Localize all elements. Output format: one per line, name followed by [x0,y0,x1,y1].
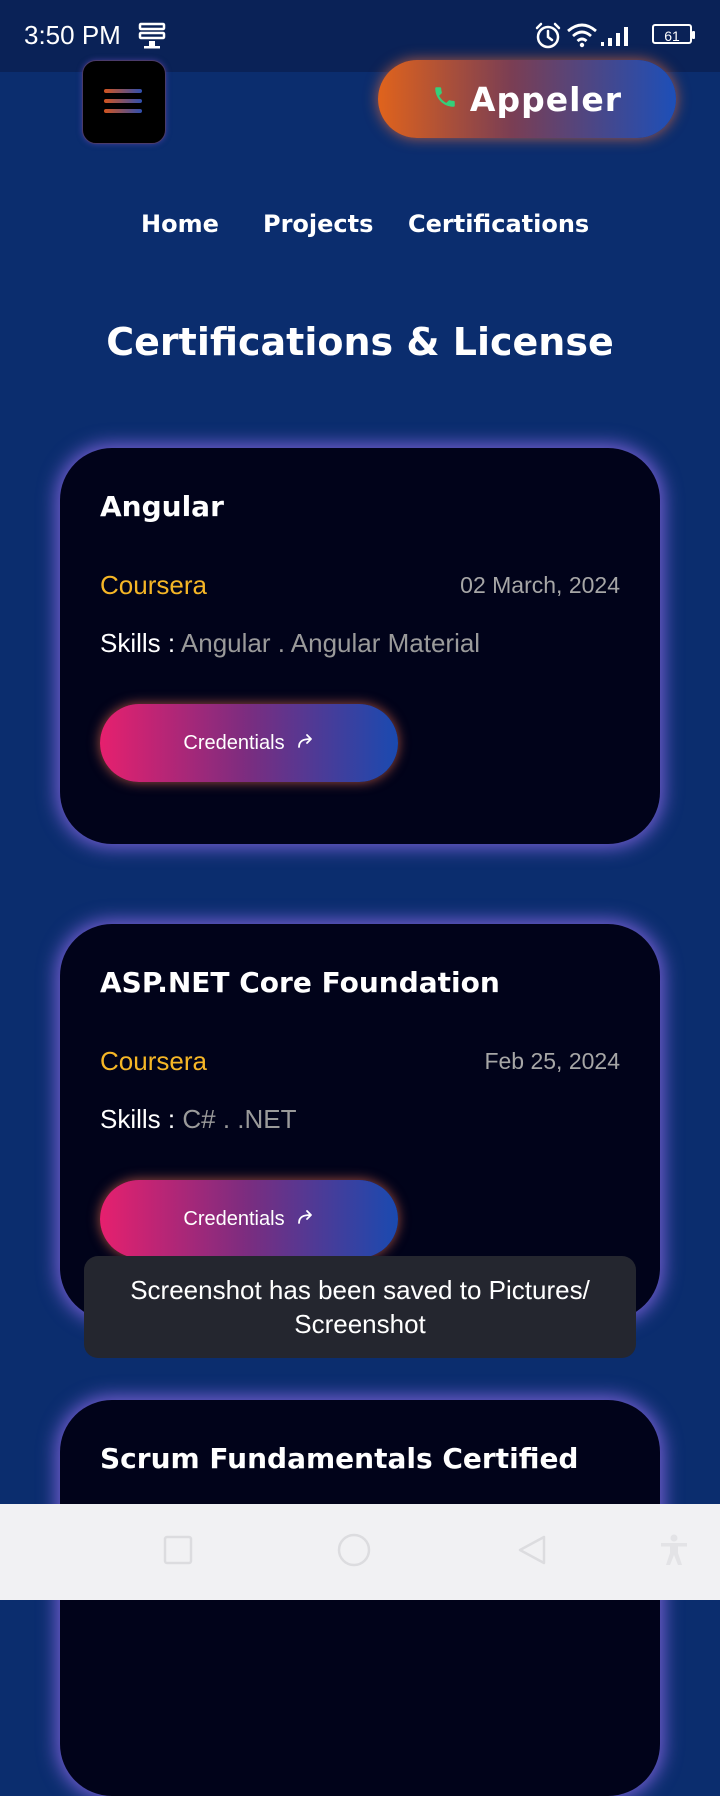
main-nav: Home Projects Certifications [0,210,720,250]
toast-notification: Screenshot has been saved to Pictures/ S… [84,1256,636,1358]
menu-button[interactable] [82,60,166,144]
share-arrow-icon [297,733,315,754]
credentials-label: Credentials [183,1207,285,1230]
system-navigation-bar [0,1504,720,1600]
skills-value: C# . .NET [182,1104,297,1134]
back-button[interactable] [510,1504,554,1600]
skills-value: Angular . Angular Material [180,628,481,658]
card-skills: Skills : C# . .NET [100,1104,297,1135]
square-icon [163,1535,193,1569]
credentials-label: Credentials [183,731,285,754]
wifi-icon [566,22,598,52]
section-title: Certifications & License [106,320,614,364]
desktop-notification-icon [138,22,166,54]
share-arrow-icon [297,1209,315,1230]
home-button[interactable] [332,1504,376,1600]
nav-link-certifications[interactable]: Certifications [408,210,589,238]
card-date: 02 March, 2024 [460,572,620,598]
battery-indicator: 61 [652,24,695,44]
call-button[interactable]: Appeler [378,60,676,138]
card-issuer: Coursera [100,1046,207,1076]
alarm-icon [534,22,562,54]
status-time: 3:50 PM [24,20,121,50]
accessibility-icon [657,1533,691,1571]
certification-card: Angular Coursera 02 March, 2024 Skills :… [60,448,660,844]
recents-button[interactable] [156,1504,200,1600]
phone-icon [432,84,458,114]
credentials-button[interactable]: Credentials [100,704,398,782]
nav-link-projects[interactable]: Projects [263,210,373,238]
accessibility-button[interactable] [652,1504,696,1600]
toast-message: Screenshot has been saved to Pictures/ S… [130,1275,590,1339]
skills-label: Skills : [100,628,176,658]
card-title: Scrum Fundamentals Certified [100,1442,579,1475]
call-label: Appeler [469,79,623,119]
credentials-button[interactable]: Credentials [100,1180,398,1258]
card-title: ASP.NET Core Foundation [100,966,500,999]
back-triangle-icon [516,1534,548,1570]
nav-link-home[interactable]: Home [141,210,219,238]
card-date: Feb 25, 2024 [484,1048,620,1074]
card-issuer: Coursera [100,570,207,600]
card-skills: Skills : Angular . Angular Material [100,628,480,659]
signal-icon [600,24,634,52]
circle-icon [337,1533,371,1571]
skills-label: Skills : [100,1104,176,1134]
card-title: Angular [100,490,224,523]
